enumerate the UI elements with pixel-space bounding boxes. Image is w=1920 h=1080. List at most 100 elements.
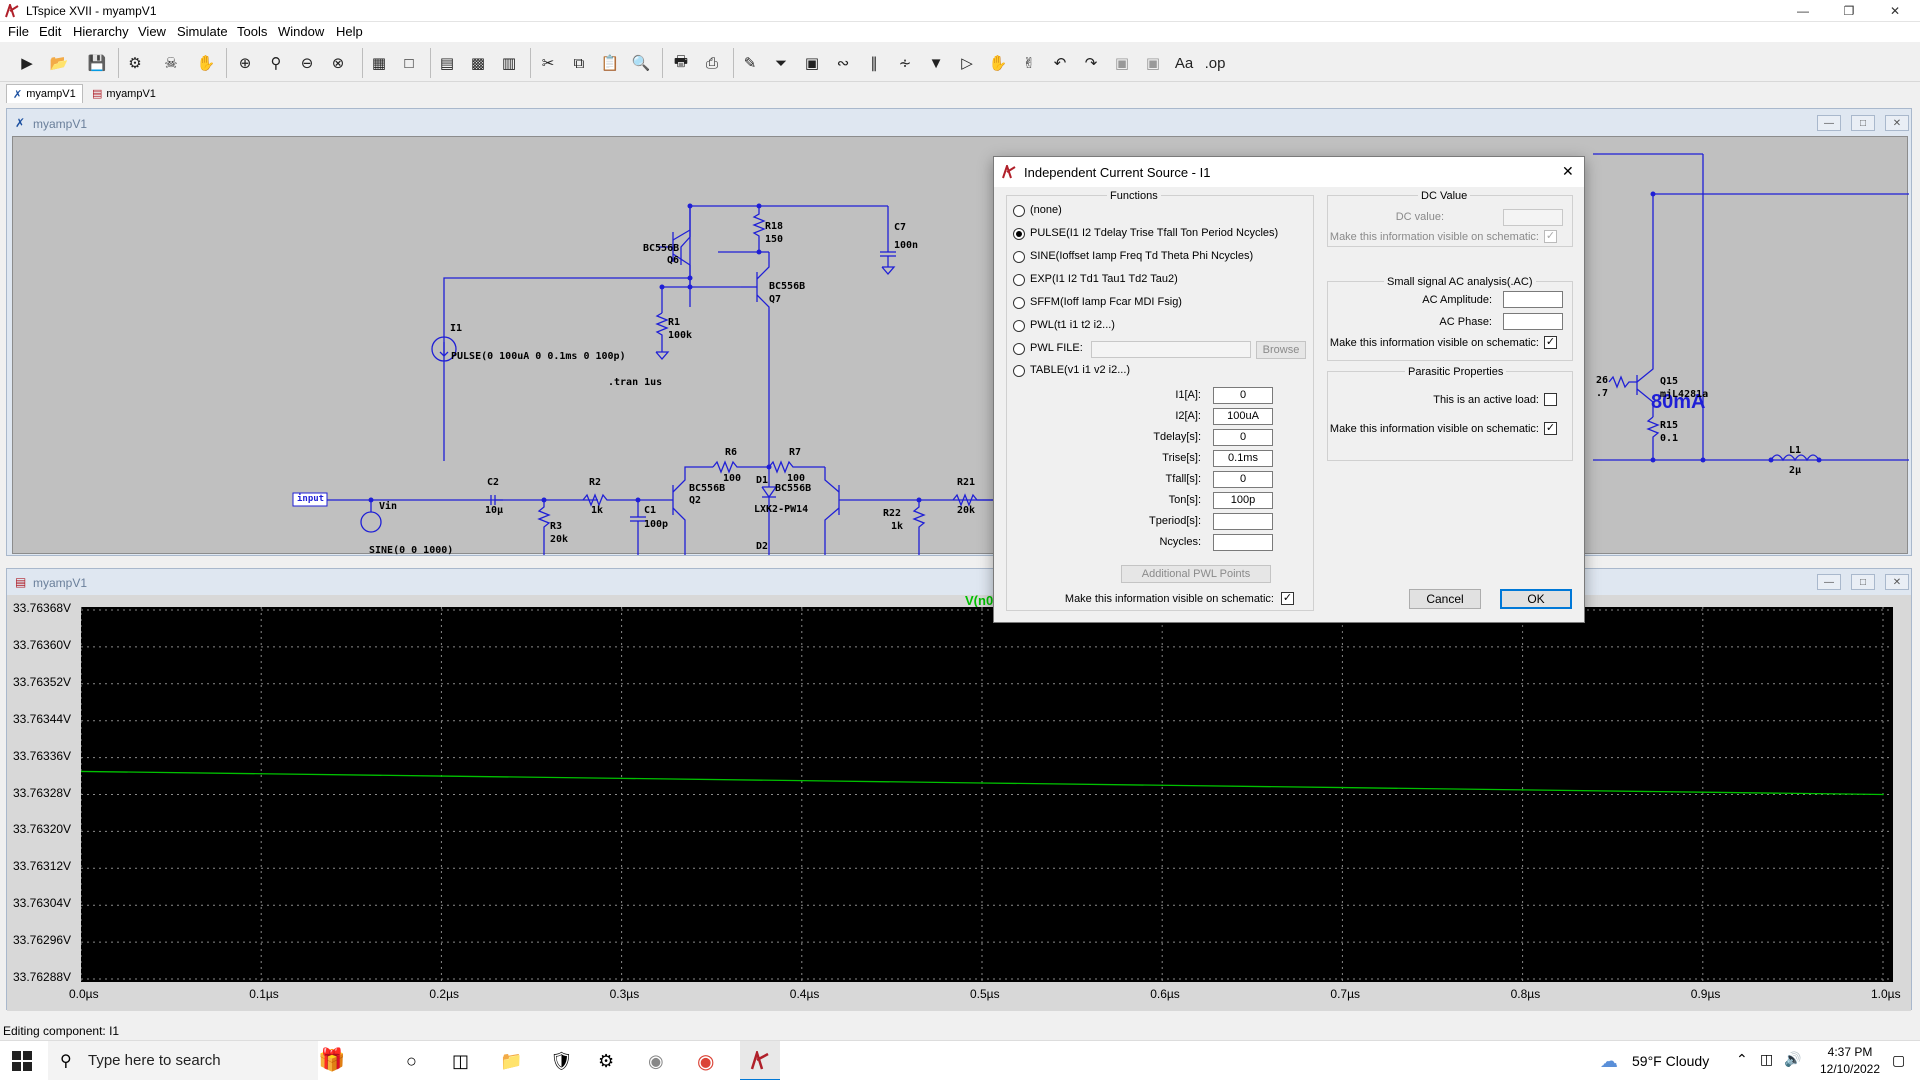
- schematic-close-button[interactable]: ✕: [1885, 115, 1909, 131]
- menu-edit[interactable]: Edit: [39, 24, 61, 39]
- windows-start-icon[interactable]: [12, 1051, 32, 1074]
- spice-directive-icon[interactable]: .op: [1202, 50, 1228, 76]
- zoom-out-icon[interactable]: ⊖: [294, 50, 320, 76]
- move-icon[interactable]: ✋: [985, 50, 1011, 76]
- control-panel-icon[interactable]: ⚙: [122, 50, 148, 76]
- menu-file[interactable]: File: [8, 24, 29, 39]
- cancel-button[interactable]: Cancel: [1409, 589, 1481, 609]
- app-icon[interactable]: ◉: [648, 1051, 664, 1072]
- restore-button[interactable]: ❐: [1826, 0, 1872, 22]
- dialog-close-icon[interactable]: ✕: [1562, 163, 1574, 180]
- param-input-3[interactable]: 0.1ms: [1213, 450, 1273, 467]
- function-label-1[interactable]: PULSE(I1 I2 Tdelay Trise Tfall Ton Perio…: [1030, 227, 1278, 239]
- param-input-1[interactable]: 100uA: [1213, 408, 1273, 425]
- param-input-0[interactable]: 0: [1213, 387, 1273, 404]
- label-net-icon[interactable]: ▣: [799, 50, 825, 76]
- active-load-checkbox[interactable]: [1544, 393, 1557, 406]
- function-radio-5[interactable]: [1013, 320, 1025, 332]
- redo-icon[interactable]: ↷: [1078, 50, 1104, 76]
- resistor-icon[interactable]: ∾: [830, 50, 856, 76]
- security-icon[interactable]: 🛡: [550, 1051, 573, 1072]
- plot-area[interactable]: [81, 607, 1893, 982]
- function-label-3[interactable]: EXP(I1 I2 Td1 Tau1 Td2 Tau2): [1030, 273, 1178, 285]
- print-icon[interactable]: 🖶: [668, 50, 694, 76]
- menu-view[interactable]: View: [138, 24, 166, 39]
- weather-text[interactable]: 59°F Cloudy: [1632, 1053, 1709, 1069]
- function-radio-1[interactable]: [1013, 228, 1025, 240]
- waveform-close-button[interactable]: ✕: [1885, 574, 1909, 590]
- run-icon[interactable]: ▶: [14, 50, 40, 76]
- dc-value-input[interactable]: [1503, 209, 1563, 226]
- function-label-7[interactable]: TABLE(v1 i1 v2 i2...): [1030, 364, 1130, 376]
- save-icon[interactable]: 💾: [84, 50, 110, 76]
- task-view-icon[interactable]: ◫: [452, 1051, 469, 1072]
- dc-visible-checkbox[interactable]: ✓: [1544, 230, 1557, 243]
- zoom-fit-icon[interactable]: ⊗: [325, 50, 351, 76]
- waveform-minimize-button[interactable]: —: [1817, 574, 1841, 590]
- tab-schematic[interactable]: ✗ myampV1: [6, 84, 83, 103]
- waveform-maximize-button[interactable]: □: [1851, 574, 1875, 590]
- menu-help[interactable]: Help: [336, 24, 363, 39]
- ground-icon[interactable]: ⏷: [768, 50, 794, 76]
- function-label-0[interactable]: (none): [1030, 204, 1062, 216]
- tab-waveform[interactable]: ▤ myampV1: [86, 84, 162, 103]
- zoom-pan-icon[interactable]: ⚲: [263, 50, 289, 76]
- function-label-2[interactable]: SINE(Ioffset Iamp Freq Td Theta Phi Ncyc…: [1030, 250, 1253, 262]
- ok-button[interactable]: OK: [1500, 589, 1572, 609]
- news-widget-icon[interactable]: 🎁: [318, 1047, 345, 1073]
- rotate-icon[interactable]: ▣: [1109, 50, 1135, 76]
- notifications-icon[interactable]: ▢: [1892, 1052, 1905, 1069]
- cascade-icon[interactable]: ▩: [465, 50, 491, 76]
- chrome-icon[interactable]: ◉: [697, 1049, 714, 1074]
- cut-icon[interactable]: ✂: [535, 50, 561, 76]
- component-icon[interactable]: ▷: [954, 50, 980, 76]
- menu-hierarchy[interactable]: Hierarchy: [73, 24, 129, 39]
- network-icon[interactable]: ◫: [1760, 1051, 1773, 1068]
- chevron-up-icon[interactable]: ⌃: [1736, 1051, 1748, 1068]
- function-radio-3[interactable]: [1013, 274, 1025, 286]
- halt-icon[interactable]: ☠: [158, 50, 184, 76]
- menu-tools[interactable]: Tools: [237, 24, 267, 39]
- additional-pwl-button[interactable]: Additional PWL Points: [1121, 565, 1271, 583]
- param-input-6[interactable]: [1213, 513, 1273, 530]
- undo-icon[interactable]: ↶: [1047, 50, 1073, 76]
- function-radio-0[interactable]: [1013, 205, 1025, 217]
- zoom-in-icon[interactable]: ⊕: [232, 50, 258, 76]
- ltspice-taskbar-button[interactable]: [740, 1041, 780, 1080]
- clock-time[interactable]: 4:37 PM: [1820, 1045, 1880, 1059]
- param-input-7[interactable]: [1213, 534, 1273, 551]
- copy-icon[interactable]: ⧉: [566, 50, 592, 76]
- param-input-2[interactable]: 0: [1213, 429, 1273, 446]
- paste-icon[interactable]: 📋: [597, 50, 623, 76]
- param-input-5[interactable]: 100p: [1213, 492, 1273, 509]
- text-icon[interactable]: Aa: [1171, 50, 1197, 76]
- diode-icon[interactable]: ▼: [923, 50, 949, 76]
- draw-wire-icon[interactable]: ✎: [737, 50, 763, 76]
- function-label-6[interactable]: PWL FILE:: [1030, 342, 1083, 354]
- inductor-icon[interactable]: ∻: [892, 50, 918, 76]
- function-radio-4[interactable]: [1013, 297, 1025, 309]
- ac-phase-input[interactable]: [1503, 313, 1563, 330]
- autorange-icon[interactable]: ▦: [366, 50, 392, 76]
- function-radio-2[interactable]: [1013, 251, 1025, 263]
- visible-schematic-checkbox[interactable]: ✓: [1281, 592, 1294, 605]
- drag-icon[interactable]: ✌: [1016, 50, 1042, 76]
- function-radio-7[interactable]: [1013, 365, 1025, 377]
- function-label-4[interactable]: SFFM(Ioff Iamp Fcar MDI Fsig): [1030, 296, 1182, 308]
- function-label-5[interactable]: PWL(t1 i1 t2 i2...): [1030, 319, 1115, 331]
- menu-simulate[interactable]: Simulate: [177, 24, 228, 39]
- file-explorer-icon[interactable]: 📁: [500, 1051, 522, 1072]
- ac-amplitude-input[interactable]: [1503, 291, 1563, 308]
- schematic-minimize-button[interactable]: —: [1817, 115, 1841, 131]
- volume-icon[interactable]: 🔊: [1784, 1051, 1801, 1068]
- tile-vertical-icon[interactable]: ▥: [496, 50, 522, 76]
- capacitor-icon[interactable]: ∥: [861, 50, 887, 76]
- taskbar-search[interactable]: ⚲ Type here to search 🎁: [48, 1041, 345, 1080]
- close-button[interactable]: ✕: [1872, 0, 1918, 22]
- browse-button[interactable]: Browse: [1256, 341, 1306, 359]
- pwl-file-input[interactable]: [1091, 341, 1251, 358]
- pan-hand-icon[interactable]: ✋: [193, 50, 219, 76]
- menu-window[interactable]: Window: [278, 24, 324, 39]
- clock-date[interactable]: 12/10/2022: [1815, 1062, 1885, 1076]
- cloud-weather-icon[interactable]: ☁: [1600, 1051, 1618, 1072]
